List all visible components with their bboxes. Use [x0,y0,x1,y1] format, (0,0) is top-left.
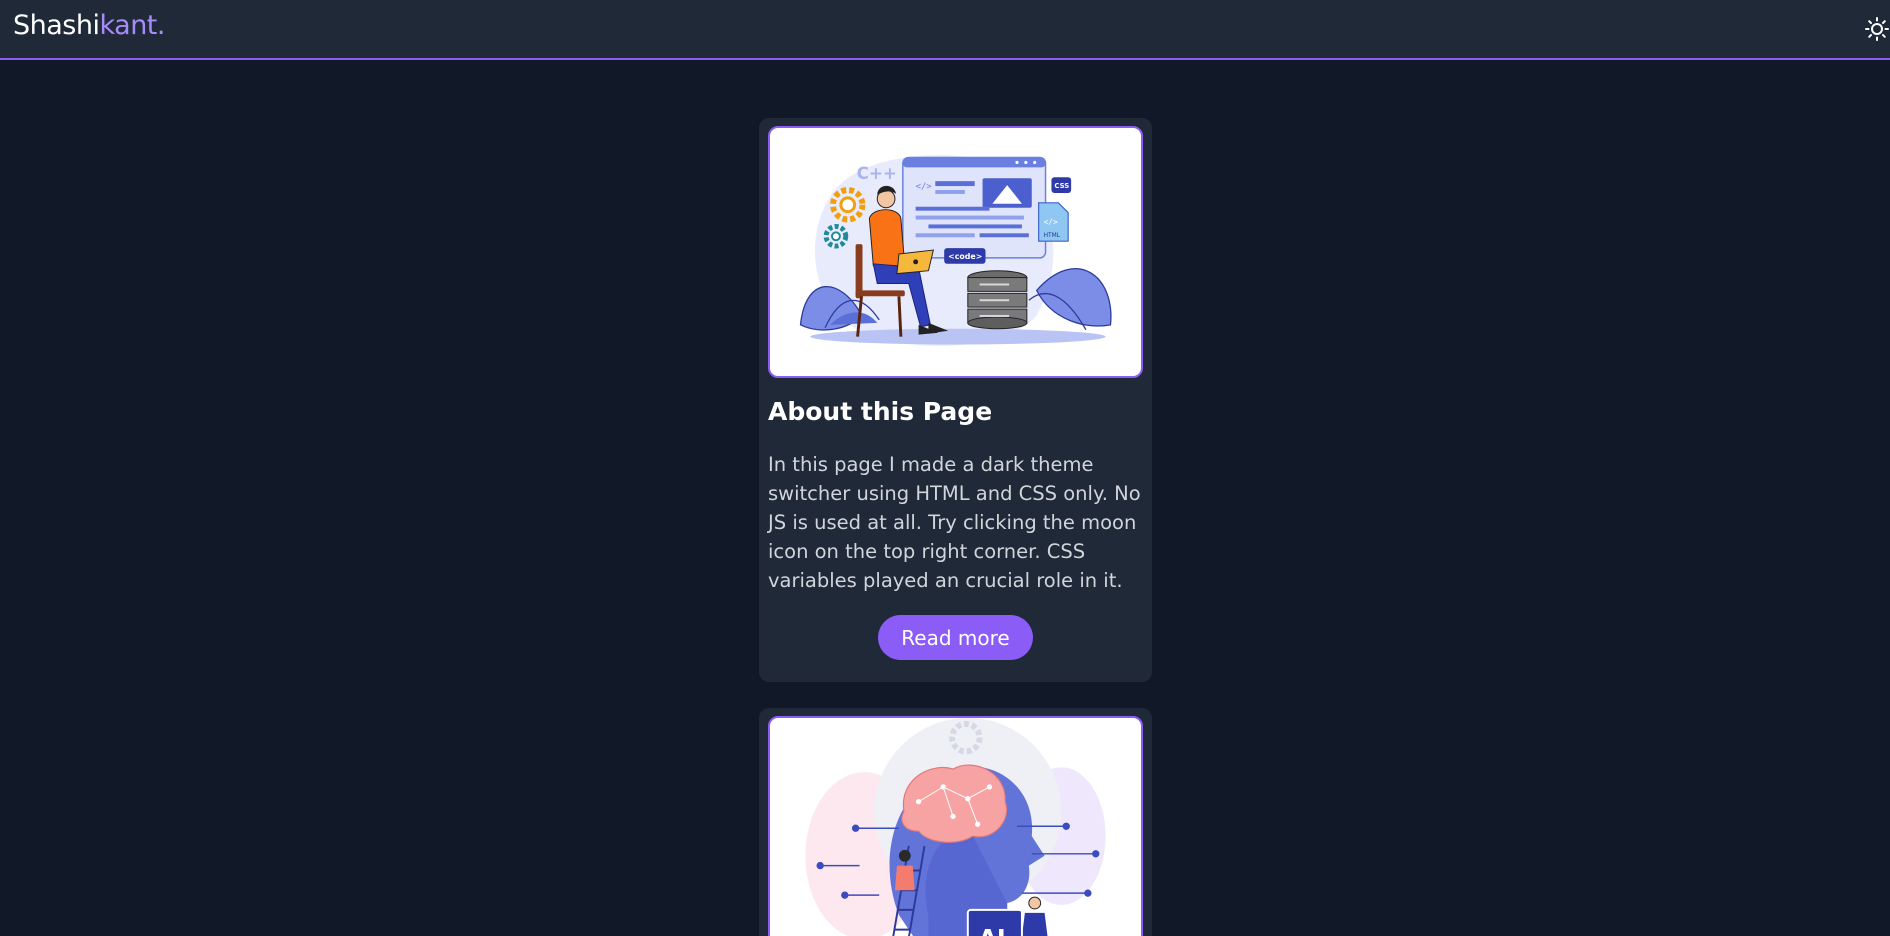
web-developer-illustration: </> C++ CSS </> HTML <code> [799,155,1112,346]
code-bubble-label: <code> [948,252,982,261]
navbar: Shashikant. [0,0,1890,60]
ai-chip-label: AI [979,924,1006,936]
logo[interactable]: Shashikant. [13,10,165,41]
card-title: About this Page [768,397,993,426]
card-image: AI [768,716,1143,936]
article-card: </> C++ CSS </> HTML <code> About this P… [759,118,1152,682]
css-badge-label: CSS [1054,182,1069,190]
card-description: In this page I made a dark theme switche… [768,453,1141,592]
html-file-label: HTML [1044,233,1061,239]
cpp-label: C++ [857,163,897,183]
card-image: </> C++ CSS </> HTML <code> [768,126,1143,378]
logo-part-1: Shashi [13,10,100,41]
ai-brain-illustration: AI [805,718,1106,936]
article-card: AI [759,708,1152,936]
logo-part-2: kant. [99,10,165,41]
sun-icon[interactable] [1864,16,1890,42]
html-code-label: </> [1044,217,1058,226]
read-more-button[interactable]: Read more [878,615,1033,660]
code-tag-label: </> [916,182,932,192]
